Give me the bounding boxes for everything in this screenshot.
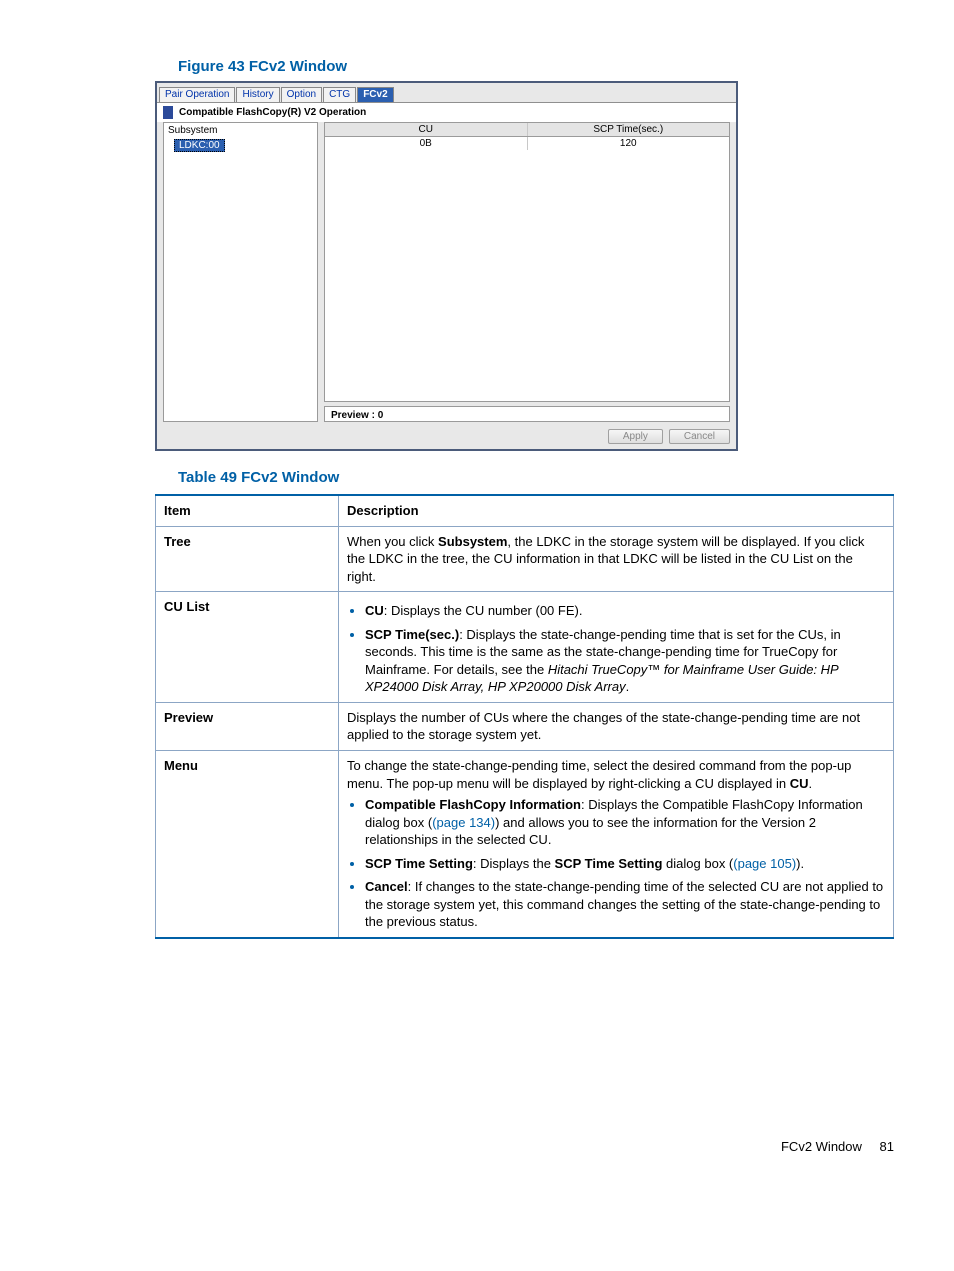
list-item: Cancel: If changes to the state-change-p…	[365, 878, 885, 931]
tab-fcv2[interactable]: FCv2	[357, 87, 393, 102]
page-ref-link[interactable]: (page 134)	[432, 815, 495, 830]
cell-cu: 0B	[325, 137, 528, 150]
apply-button[interactable]: Apply	[608, 429, 663, 444]
table-row: Preview Displays the number of CUs where…	[156, 702, 894, 750]
grid-row[interactable]: 0B 120	[325, 137, 729, 150]
row-label-tree: Tree	[156, 526, 339, 592]
list-item: SCP Time(sec.): Displays the state-chang…	[365, 626, 885, 696]
button-row: Apply Cancel	[157, 426, 736, 449]
page-footer: FCv2 Window 81	[155, 1139, 894, 1154]
panel-marker-icon	[163, 106, 173, 119]
th-item: Item	[156, 495, 339, 526]
table-row: Tree When you click Subsystem, the LDKC …	[156, 526, 894, 592]
th-description: Description	[339, 495, 894, 526]
fcv2-window-screenshot: Pair Operation History Option CTG FCv2 C…	[155, 81, 738, 451]
cu-list-grid[interactable]: CU SCP Time(sec.) 0B 120	[324, 122, 730, 402]
panel-title: Compatible FlashCopy(R) V2 Operation	[179, 107, 366, 118]
panel-title-row: Compatible FlashCopy(R) V2 Operation	[157, 102, 736, 122]
table-row: Menu To change the state-change-pending …	[156, 751, 894, 938]
row-desc-culist: CU: Displays the CU number (00 FE). SCP …	[339, 592, 894, 703]
tab-pair-operation[interactable]: Pair Operation	[159, 87, 235, 102]
table-header-row: Item Description	[156, 495, 894, 526]
tree-root[interactable]: Subsystem	[164, 123, 317, 138]
col-header-cu[interactable]: CU	[325, 123, 528, 136]
cancel-button[interactable]: Cancel	[669, 429, 730, 444]
grid-header: CU SCP Time(sec.)	[325, 123, 729, 137]
page-number: 81	[880, 1139, 894, 1154]
cell-scp: 120	[528, 137, 730, 150]
tab-ctg[interactable]: CTG	[323, 87, 356, 102]
row-desc-menu: To change the state-change-pending time,…	[339, 751, 894, 938]
subsystem-tree[interactable]: Subsystem LDKC:00	[163, 122, 318, 422]
preview-panel: Preview : 0	[324, 406, 730, 422]
row-label-culist: CU List	[156, 592, 339, 703]
row-desc-preview: Displays the number of CUs where the cha…	[339, 702, 894, 750]
table-row: CU List CU: Displays the CU number (00 F…	[156, 592, 894, 703]
list-item: SCP Time Setting: Displays the SCP Time …	[365, 855, 885, 873]
tree-node-ldkc[interactable]: LDKC:00	[174, 139, 225, 152]
row-label-preview: Preview	[156, 702, 339, 750]
row-label-menu: Menu	[156, 751, 339, 938]
menu-intro: To change the state-change-pending time,…	[347, 757, 885, 792]
page-ref-link[interactable]: (page 105)	[733, 856, 796, 871]
footer-section: FCv2 Window	[781, 1139, 862, 1154]
list-item: CU: Displays the CU number (00 FE).	[365, 602, 885, 620]
table-title: Table 49 FCv2 Window	[178, 469, 894, 486]
fcv2-description-table: Item Description Tree When you click Sub…	[155, 494, 894, 939]
tab-bar: Pair Operation History Option CTG FCv2	[157, 83, 736, 102]
col-header-scp[interactable]: SCP Time(sec.)	[528, 123, 730, 136]
tab-option[interactable]: Option	[281, 87, 322, 102]
row-desc-tree: When you click Subsystem, the LDKC in th…	[339, 526, 894, 592]
list-item: Compatible FlashCopy Information: Displa…	[365, 796, 885, 849]
figure-title: Figure 43 FCv2 Window	[178, 58, 894, 75]
tab-history[interactable]: History	[236, 87, 279, 102]
